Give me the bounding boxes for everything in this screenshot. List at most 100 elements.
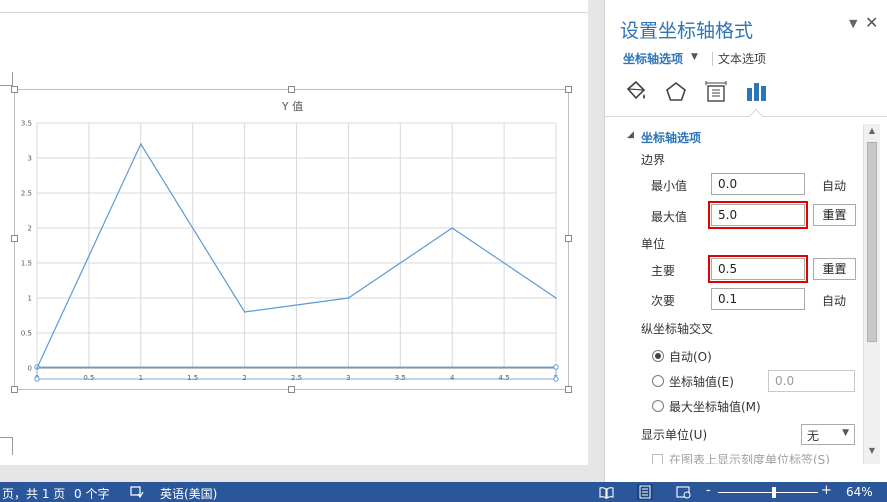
status-bar: 页，共 1 页 0 个字 英语(美国) - + 64% (0, 482, 887, 502)
word-count[interactable]: 0 个字 (74, 485, 109, 502)
read-mode-icon[interactable] (599, 486, 614, 499)
document-scrollbar[interactable] (588, 0, 604, 482)
y-tick-label: 1.5 (21, 260, 32, 268)
collapse-triangle-icon[interactable]: ◢ (627, 130, 634, 140)
print-layout-icon[interactable] (637, 484, 653, 500)
show-units-label-checkbox[interactable] (652, 454, 663, 464)
document-area: 00.511.522.533.544.5500.511.522.533.5 Y … (0, 0, 604, 482)
crosses-max-radio[interactable] (652, 400, 664, 412)
resize-handle-top-right[interactable] (565, 86, 572, 93)
close-icon[interactable]: ✕ (865, 13, 878, 32)
maximum-reset-button[interactable]: 重置 (813, 204, 856, 226)
y-tick-label: 3.5 (21, 120, 32, 128)
zoom-in-button[interactable]: + (821, 483, 832, 498)
y-tick-label: 0.5 (21, 330, 32, 338)
pane-scrollbar[interactable]: ▲ ▼ (863, 124, 880, 464)
crosses-auto-radio[interactable] (652, 350, 664, 362)
format-axis-pane: 设置坐标轴格式 ▼ ✕ 坐标轴选项 ▼ 文本选项 ◢ 坐标轴选项 边界 最小值 … (604, 0, 887, 482)
data-point (347, 297, 350, 299)
x-tick-label: 3.5 (395, 374, 406, 382)
resize-handle-bottom-right[interactable] (565, 386, 572, 393)
size-properties-icon[interactable] (703, 79, 729, 105)
scroll-thumb[interactable] (867, 142, 877, 342)
x-tick-label: 1.5 (187, 374, 198, 382)
major-unit-reset-button[interactable]: 重置 (813, 258, 856, 280)
axis-options-section: ◢ 坐标轴选项 边界 最小值 0.0 自动 最大值 5.0 重置 单位 主要 0… (605, 124, 863, 464)
x-tick-label: 2 (242, 374, 246, 382)
divider (605, 116, 887, 117)
show-units-label-text[interactable]: 在图表上显示刻度单位标签(S) (669, 451, 830, 464)
web-layout-icon[interactable] (676, 486, 691, 499)
zoom-slider-thumb[interactable] (772, 487, 776, 498)
minor-unit-label: 次要 (651, 294, 676, 308)
active-category-pointer (748, 108, 764, 124)
minimum-input[interactable]: 0.0 (711, 173, 805, 195)
tab-divider (712, 52, 713, 66)
document-page[interactable]: 00.511.522.533.544.5500.511.522.533.5 Y … (0, 0, 588, 465)
resize-handle-bottom[interactable] (288, 386, 295, 393)
chevron-down-icon[interactable]: ▼ (691, 52, 698, 62)
major-unit-input[interactable]: 0.5 (708, 255, 808, 283)
axis-selection-handle (553, 364, 559, 370)
zoom-slider-track[interactable] (718, 492, 818, 493)
minor-unit-auto-label: 自动 (822, 294, 847, 308)
resize-handle-top[interactable] (288, 86, 295, 93)
chevron-down-icon: ▼ (842, 428, 849, 438)
crop-mark (12, 437, 13, 455)
y-tick-label: 2.5 (21, 190, 32, 198)
pane-options-icon[interactable]: ▼ (849, 17, 857, 30)
crosses-max-label[interactable]: 最大坐标轴值(M) (669, 398, 761, 415)
resize-handle-right[interactable] (565, 235, 572, 242)
crop-mark (12, 72, 13, 86)
proofing-icon[interactable] (130, 486, 144, 499)
crosses-axis-value-input[interactable]: 0.0 (768, 370, 855, 392)
display-units-value: 无 (807, 429, 820, 443)
data-point (451, 227, 454, 229)
data-point (555, 297, 557, 299)
data-point (36, 367, 38, 369)
minimum-auto-label: 自动 (822, 179, 847, 193)
axis-options-icon[interactable] (743, 79, 769, 105)
crosses-axis-value-radio[interactable] (652, 375, 664, 387)
y-tick-label: 2 (28, 225, 32, 233)
minor-unit-input[interactable]: 0.1 (711, 288, 805, 310)
page-count[interactable]: 页，共 1 页 (2, 485, 65, 502)
crosses-auto-label[interactable]: 自动(O) (669, 348, 712, 365)
effects-icon[interactable] (663, 79, 689, 105)
y-tick-label: 0 (28, 365, 32, 373)
units-label: 单位 (641, 237, 666, 251)
tab-text-options[interactable]: 文本选项 (718, 50, 766, 67)
fill-line-icon[interactable] (623, 79, 649, 105)
scroll-up-icon[interactable]: ▲ (864, 126, 880, 140)
chart-title[interactable]: Y 值 (15, 98, 570, 114)
section-title[interactable]: 坐标轴选项 (641, 129, 701, 146)
crosses-axis-value-label[interactable]: 坐标轴值(E) (669, 373, 734, 390)
resize-handle-bottom-left[interactable] (11, 386, 18, 393)
data-point (140, 143, 142, 145)
bounds-label: 边界 (641, 153, 666, 167)
resize-handle-top-left[interactable] (11, 86, 18, 93)
x-tick-label: 0.5 (83, 374, 94, 382)
data-point (243, 311, 246, 313)
resize-handle-left[interactable] (11, 235, 18, 242)
tab-axis-options[interactable]: 坐标轴选项 (623, 50, 683, 67)
language-indicator[interactable]: 英语(美国) (160, 485, 217, 502)
zoom-out-button[interactable]: - (706, 483, 711, 498)
y-tick-label: 3 (28, 155, 32, 163)
axis-selection-handle (553, 376, 559, 382)
crop-mark (0, 437, 13, 438)
y-tick-label: 1 (28, 295, 32, 303)
display-units-select[interactable]: 无 ▼ (801, 424, 855, 445)
maximum-input[interactable]: 5.0 (708, 201, 808, 229)
chart-container[interactable]: 00.511.522.533.544.5500.511.522.533.5 Y … (14, 89, 569, 390)
x-tick-label: 1 (139, 374, 143, 382)
pane-title: 设置坐标轴格式 (620, 20, 754, 42)
chart-plot: 00.511.522.533.544.5500.511.522.533.5 (21, 120, 559, 382)
scroll-down-icon[interactable]: ▼ (864, 446, 880, 460)
minimum-label: 最小值 (651, 179, 688, 193)
page-margin-line (0, 12, 588, 13)
x-tick-label: 4.5 (499, 374, 510, 382)
zoom-level[interactable]: 64% (846, 485, 873, 499)
display-units-label: 显示单位(U) (641, 428, 708, 442)
x-tick-label: 4 (450, 374, 455, 382)
